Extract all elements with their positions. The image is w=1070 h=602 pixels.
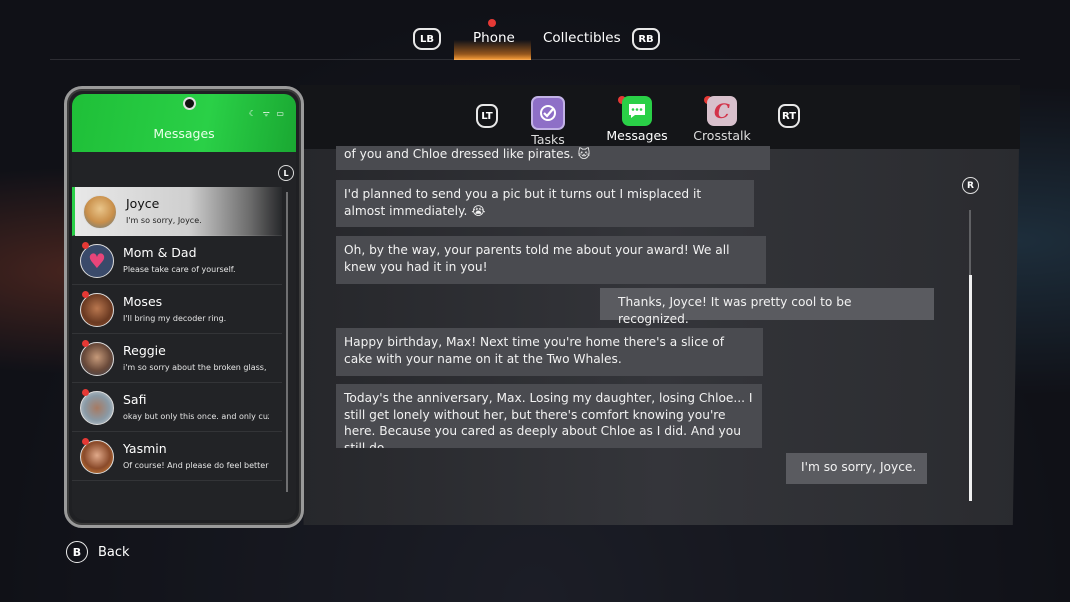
checkmark-icon [531, 96, 565, 130]
unread-dot [82, 242, 89, 249]
avatar [80, 342, 114, 376]
unread-dot [82, 340, 89, 347]
lb-button[interactable]: LB [413, 28, 441, 50]
avatar [80, 440, 114, 474]
contact-name: Reggie [123, 343, 166, 358]
tab-tasks[interactable]: Tasks [528, 96, 568, 147]
unread-dot [82, 291, 89, 298]
contact-list: Joyce I'm so sorry, Joyce. ♥ Mom & Dad P… [72, 187, 282, 481]
contact-joyce[interactable]: Joyce I'm so sorry, Joyce. [72, 187, 282, 236]
contact-reggie[interactable]: Reggie i'm so sorry about the broken gla… [72, 334, 282, 383]
contact-name: Moses [123, 294, 163, 309]
contact-safi[interactable]: Safi okay but only this once. and only c… [72, 383, 282, 432]
message-bubble: Oh, by the way, your parents told me abo… [336, 236, 766, 284]
contact-preview: okay but only this once. and only cuz [123, 412, 269, 421]
unread-dot [82, 389, 89, 396]
message-bubble: Happy birthday, Max! Next time you're ho… [336, 328, 763, 376]
contact-yasmin[interactable]: Yasmin Of course! And please do feel bet… [72, 432, 282, 481]
contact-mom-dad[interactable]: ♥ Mom & Dad Please take care of yourself… [72, 236, 282, 285]
tab-crosstalk[interactable]: C Crosstalk [692, 96, 752, 143]
contact-scrollbar[interactable] [286, 192, 288, 492]
avatar [80, 391, 114, 425]
tab-crosstalk-label: Crosstalk [693, 128, 751, 143]
avatar [80, 293, 114, 327]
avatar [83, 195, 117, 229]
tab-messages-label: Messages [606, 128, 668, 143]
heart-icon: ♥ [80, 244, 114, 278]
contact-name: Safi [123, 392, 147, 407]
phone-title: Messages [153, 126, 215, 141]
contact-preview: Please take care of yourself. [123, 265, 236, 274]
message-bubble-sent: I'm so sorry, Joyce. [786, 453, 927, 484]
rt-button[interactable]: RT [778, 104, 800, 128]
back-label: Back [98, 544, 130, 560]
r-stick-badge: R [962, 177, 979, 194]
contact-preview: i'm so sorry about the broken glass, [123, 363, 267, 372]
nav-divider [50, 59, 1020, 60]
chat-bubble-icon [622, 96, 652, 126]
rb-button[interactable]: RB [632, 28, 660, 50]
b-button-icon: B [66, 541, 88, 563]
tab-tasks-label: Tasks [531, 132, 565, 147]
front-camera [183, 97, 196, 110]
message-bubble: I'd planned to send you a pic but it tur… [336, 180, 754, 227]
top-navigation: LB Phone Collectibles RB [0, 0, 1070, 62]
message-bubble: of you and Chloe dressed like pirates. 🐱 [336, 146, 770, 170]
contact-moses[interactable]: Moses I'll bring my decoder ring. [72, 285, 282, 334]
lt-button[interactable]: LT [476, 104, 498, 128]
phone-device: ☾ ᯤ ▭ Messages L Joyce I'm so sorry, Joy… [64, 86, 304, 528]
l-stick-badge: L [278, 165, 294, 181]
crosstalk-c-icon: C [707, 96, 737, 126]
message-bubble-sent: Thanks, Joyce! It was pretty cool to be … [600, 288, 934, 326]
phone-notification-dot [488, 19, 496, 27]
chat-scrollbar-thumb[interactable] [969, 275, 972, 501]
contact-preview: Of course! And please do feel better [123, 461, 269, 470]
unread-dot [82, 438, 89, 445]
message-bubble: Today's the anniversary, Max. Losing my … [336, 384, 762, 448]
tab-collectibles[interactable]: Collectibles [543, 30, 621, 46]
tab-messages[interactable]: Messages [604, 96, 670, 143]
contact-name: Joyce [126, 196, 160, 211]
back-button[interactable]: B Back [66, 541, 130, 563]
contact-name: Yasmin [123, 441, 167, 456]
phone-screen: ☾ ᯤ ▭ Messages L Joyce I'm so sorry, Joy… [72, 94, 296, 520]
contact-preview: I'll bring my decoder ring. [123, 314, 227, 323]
contact-name: Mom & Dad [123, 245, 197, 260]
status-bar-icons: ☾ ᯤ ▭ [248, 109, 286, 118]
tab-phone[interactable]: Phone [473, 30, 515, 46]
contact-preview: I'm so sorry, Joyce. [126, 216, 202, 225]
